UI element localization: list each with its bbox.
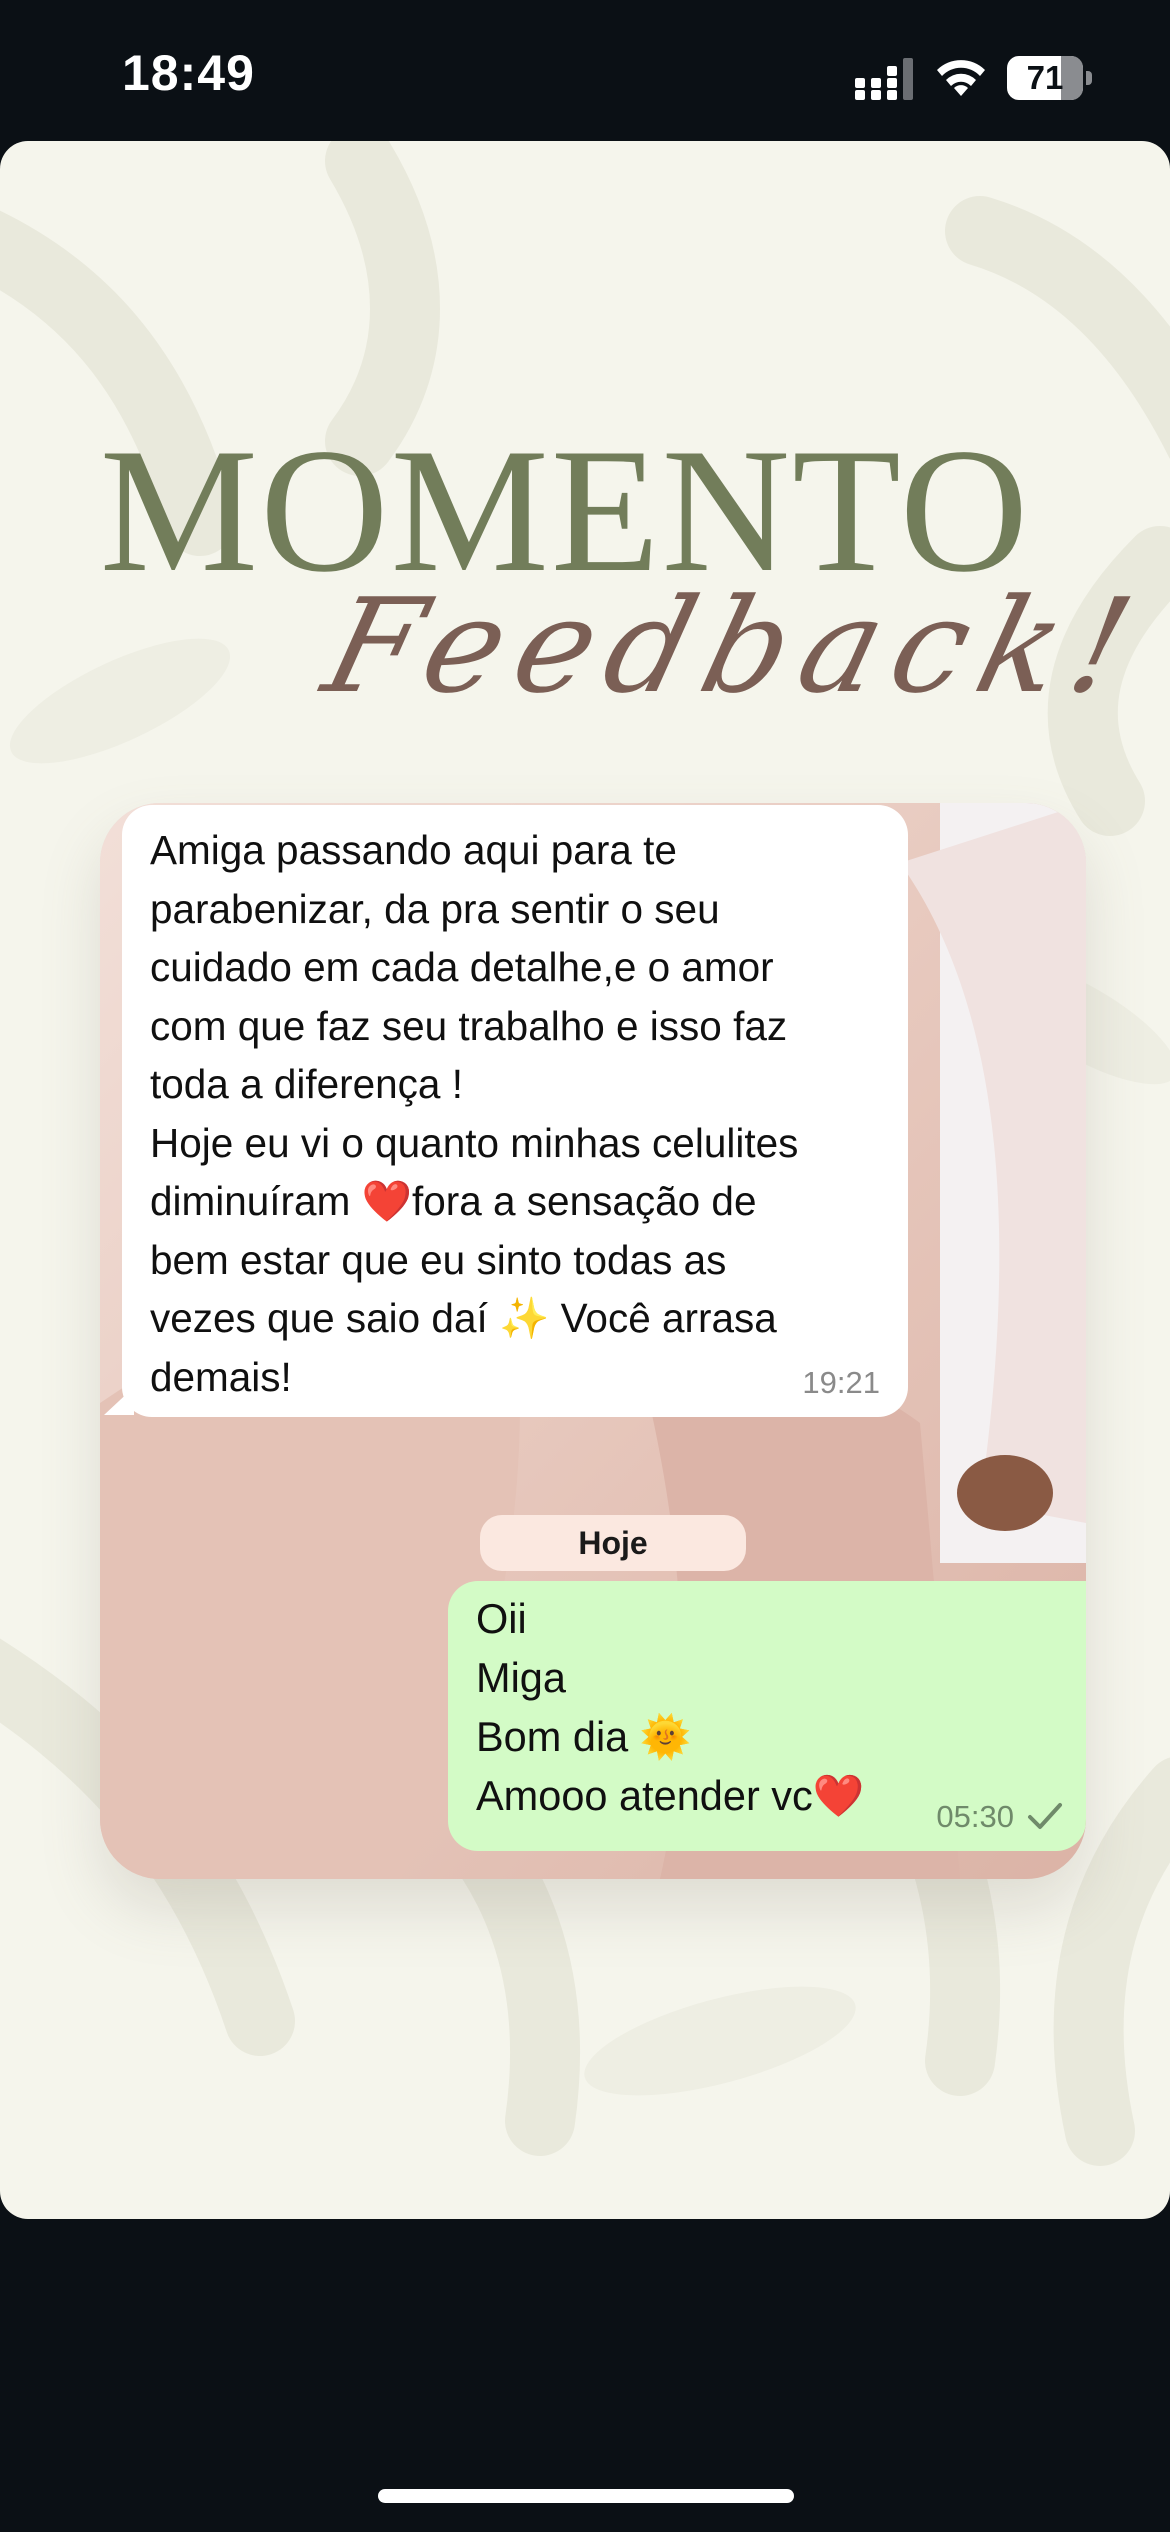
title-feedback: Feedback! — [311, 570, 1160, 722]
single-check-icon — [1028, 1803, 1062, 1829]
battery-body: 71 — [1007, 56, 1083, 100]
story-screen: 18:49 71 MOMENTO Feedback! Amiga passand… — [0, 0, 1170, 2532]
wifi-icon — [937, 60, 985, 96]
received-message-text: Amiga passando aqui para te parabenizar,… — [150, 827, 799, 1400]
home-indicator[interactable] — [378, 2489, 794, 2503]
received-bubble-tail — [104, 1387, 134, 1415]
date-separator: Hoje — [480, 1515, 746, 1571]
sent-message-bubble: Oii Miga Bom dia 🌞 Amooo atender vc❤️ 05… — [448, 1581, 1086, 1851]
battery-nub — [1086, 71, 1092, 85]
status-time: 18:49 — [122, 45, 255, 101]
cellular-signal-icon — [855, 58, 913, 100]
story-card[interactable]: MOMENTO Feedback! Amiga passando aqui pa… — [0, 141, 1170, 2219]
received-message-time: 19:21 — [802, 1365, 880, 1400]
status-bar: 18:49 71 — [0, 0, 1170, 140]
battery-percent: 71 — [1026, 59, 1064, 96]
sent-message-time: 05:30 — [936, 1799, 1014, 1834]
battery-icon: 71 — [1007, 56, 1093, 100]
received-message-bubble: Amiga passando aqui para te parabenizar,… — [122, 805, 908, 1417]
chat-screenshot: Amiga passando aqui para te parabenizar,… — [100, 803, 1086, 1879]
sent-message-text: Oii Miga Bom dia 🌞 Amooo atender vc❤️ — [476, 1595, 865, 1819]
